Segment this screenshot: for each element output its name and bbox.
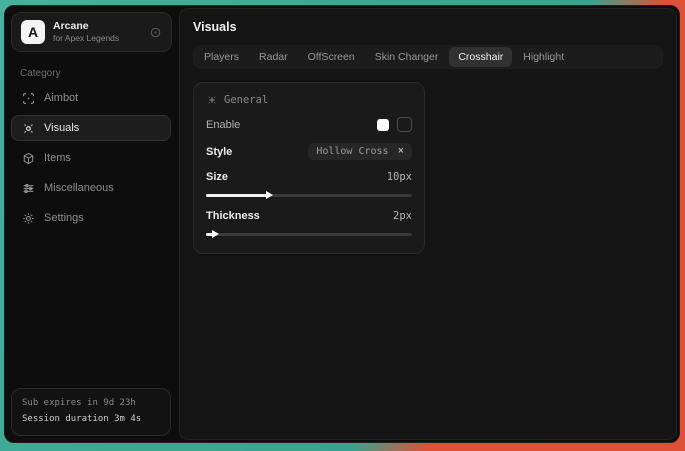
overlay-window: A Arcane for Apex Legends Category: [4, 5, 680, 443]
gear-icon: [21, 212, 35, 225]
thickness-value: 2px: [393, 210, 412, 222]
style-label: Style: [206, 146, 232, 158]
sub-expires-text: Sub expires in 9d 23h: [22, 396, 160, 411]
general-panel-title: General: [224, 94, 268, 106]
crosshair-rays-icon: [206, 94, 218, 106]
app-title: Arcane: [53, 20, 141, 33]
size-slider[interactable]: [206, 191, 412, 199]
style-selected-value: Hollow Cross: [316, 146, 388, 157]
sidebar-item-label: Items: [44, 152, 71, 164]
app-logo: A: [21, 20, 45, 44]
thickness-slider[interactable]: [206, 230, 412, 238]
close-icon[interactable]: ×: [398, 146, 404, 157]
tab-radar[interactable]: Radar: [250, 47, 297, 67]
sliders-icon: [21, 182, 35, 195]
sidebar-item-label: Aimbot: [44, 92, 78, 104]
general-panel: General Enable Style Hollow Cross × Size…: [193, 82, 425, 254]
page-title: Visuals: [193, 20, 663, 34]
sidebar-item-miscellaneous[interactable]: Miscellaneous: [11, 175, 171, 201]
sidebar: A Arcane for Apex Legends Category: [5, 6, 177, 442]
app-header-card: A Arcane for Apex Legends: [11, 12, 172, 52]
style-row: Style Hollow Cross ×: [206, 143, 412, 160]
general-panel-header: General: [206, 94, 412, 106]
tab-crosshair[interactable]: Crosshair: [449, 47, 512, 67]
style-dropdown[interactable]: Hollow Cross ×: [308, 143, 412, 160]
enable-label: Enable: [206, 119, 240, 131]
sidebar-nav: Aimbot Visuals: [5, 85, 177, 231]
size-row: Size 10px: [206, 171, 412, 183]
color-swatch[interactable]: [377, 119, 389, 131]
tab-highlight[interactable]: Highlight: [514, 47, 573, 67]
sidebar-item-label: Miscellaneous: [44, 182, 114, 194]
target-icon[interactable]: [149, 26, 162, 39]
sidebar-item-aimbot[interactable]: Aimbot: [11, 85, 171, 111]
sidebar-item-items[interactable]: Items: [11, 145, 171, 171]
sidebar-item-label: Settings: [44, 212, 84, 224]
main-content: Visuals Players Radar OffScreen Skin Cha…: [179, 8, 677, 440]
tab-offscreen[interactable]: OffScreen: [299, 47, 364, 67]
subscription-info-card: Sub expires in 9d 23h Session duration 3…: [11, 388, 171, 436]
thickness-row: Thickness 2px: [206, 210, 412, 222]
tab-players[interactable]: Players: [195, 47, 248, 67]
box-icon: [21, 152, 35, 165]
enable-checkbox[interactable]: [397, 117, 412, 132]
size-slider-thumb[interactable]: [266, 191, 273, 199]
thickness-label: Thickness: [206, 210, 260, 222]
sidebar-item-settings[interactable]: Settings: [11, 205, 171, 231]
session-duration-text: Session duration 3m 4s: [22, 412, 160, 427]
size-label: Size: [206, 171, 228, 183]
sidebar-item-label: Visuals: [44, 122, 79, 134]
enable-row: Enable: [206, 117, 412, 132]
thickness-slider-thumb[interactable]: [212, 230, 219, 238]
category-label: Category: [20, 68, 177, 79]
sidebar-item-visuals[interactable]: Visuals: [11, 115, 171, 141]
size-value: 10px: [387, 171, 412, 183]
app-subtitle: for Apex Legends: [53, 33, 141, 44]
focus-icon: [21, 122, 35, 135]
tab-skin-changer[interactable]: Skin Changer: [366, 47, 448, 67]
visuals-tabbar: Players Radar OffScreen Skin Changer Cro…: [193, 45, 663, 69]
scan-icon: [21, 92, 35, 105]
